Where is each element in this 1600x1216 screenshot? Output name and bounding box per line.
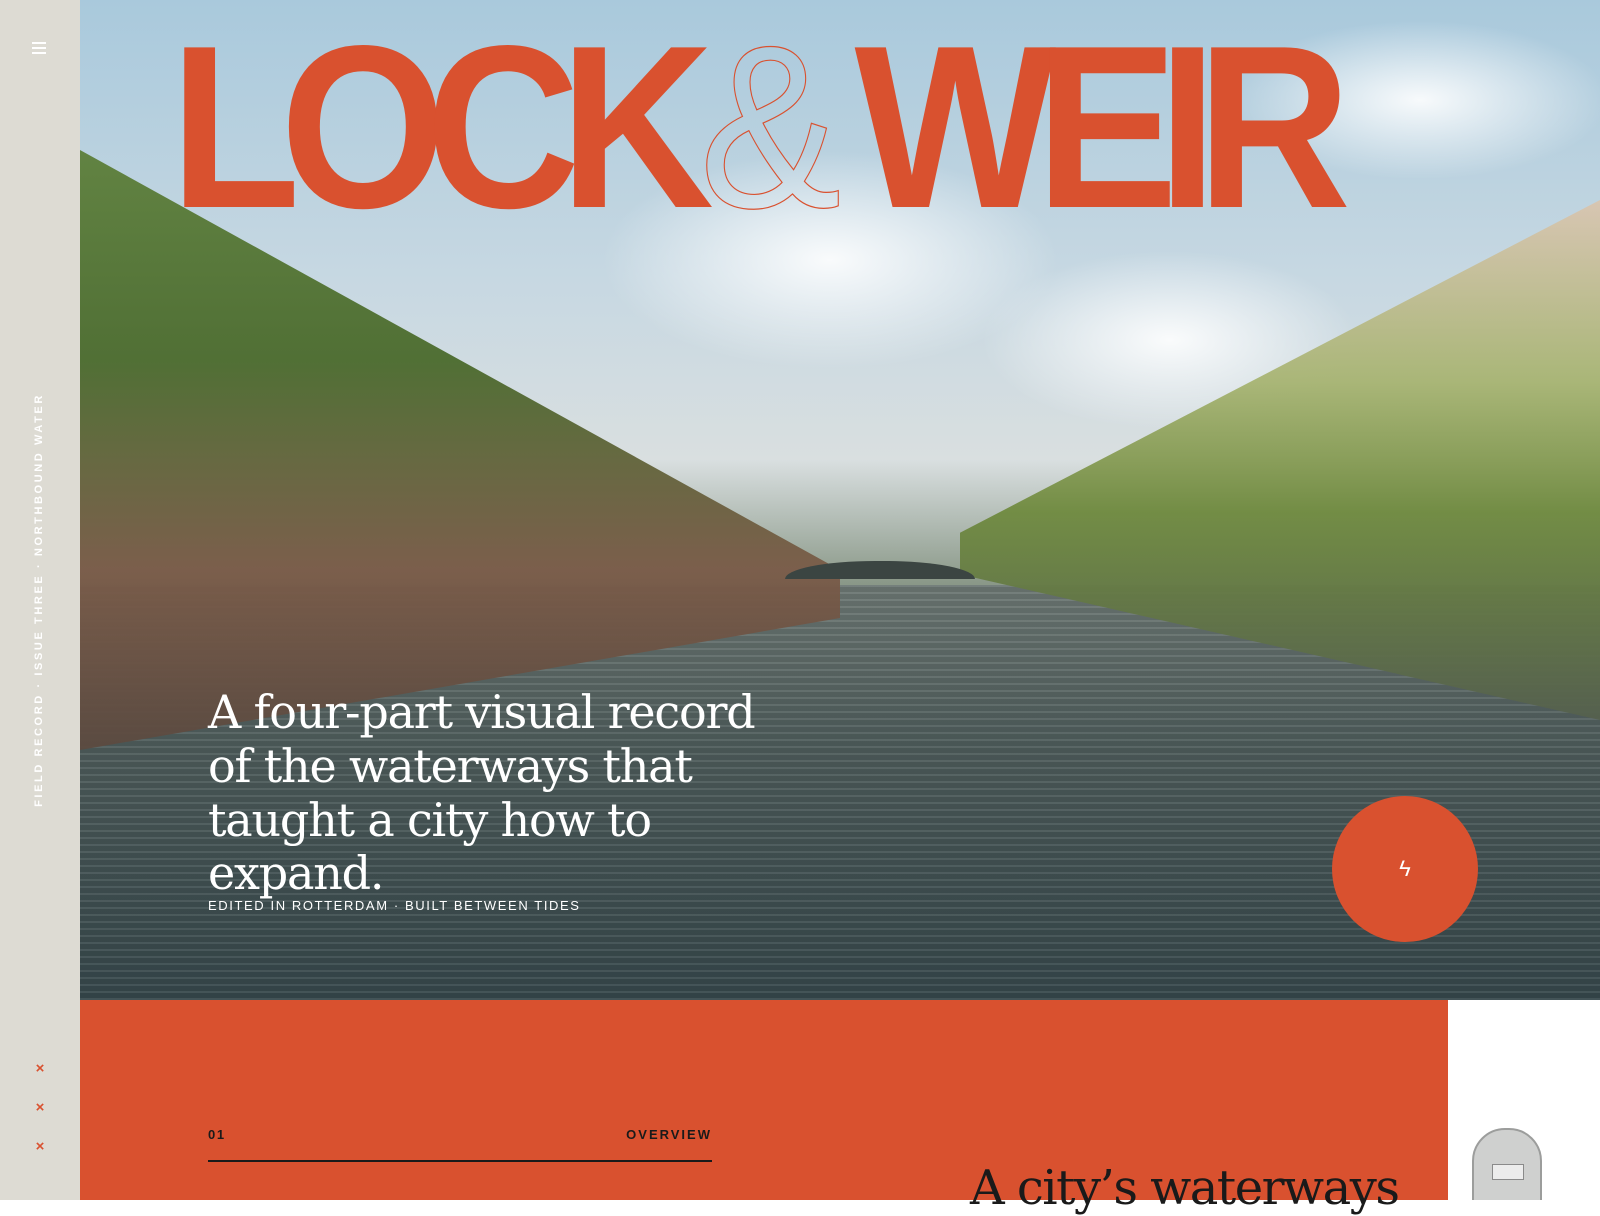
hero-section: LOCK&WEIR A four-part visual record of t… <box>80 0 1600 1000</box>
section-heading: A city’s waterways <box>970 1160 1400 1216</box>
postbox-image <box>1472 1128 1542 1200</box>
rail-marks: × × × <box>33 1061 47 1179</box>
title-ampersand: & <box>699 0 842 257</box>
bolt-action-button[interactable]: ϟ <box>1332 796 1478 942</box>
section-number: 01 <box>208 1127 226 1142</box>
close-icon[interactable]: × <box>33 1061 47 1076</box>
overview-link[interactable]: OVERVIEW <box>626 1127 712 1142</box>
title-lock: LOCK <box>170 0 714 257</box>
left-rail: FIELD RECORD · ISSUE THREE · NORTHBOUND … <box>0 0 80 1200</box>
hero-tagline: A four-part visual record of the waterwa… <box>208 685 756 901</box>
title-weir: WEIR <box>854 0 1351 257</box>
close-icon[interactable]: × <box>33 1139 47 1154</box>
close-icon[interactable]: × <box>33 1100 47 1115</box>
rail-caption: FIELD RECORD · ISSUE THREE · NORTHBOUND … <box>33 393 45 807</box>
masthead-title: LOCK&WEIR <box>170 11 1351 244</box>
hero-subline: EDITED IN ROTTERDAM · BUILT BETWEEN TIDE… <box>208 898 581 913</box>
bolt-icon: ϟ <box>1399 856 1411 881</box>
hamburger-icon[interactable] <box>31 40 47 56</box>
section-header-row: 01 OVERVIEW <box>208 1127 712 1162</box>
side-image-card <box>1448 1000 1600 1200</box>
overview-panel: 01 OVERVIEW A city’s waterways <box>80 1000 1448 1216</box>
